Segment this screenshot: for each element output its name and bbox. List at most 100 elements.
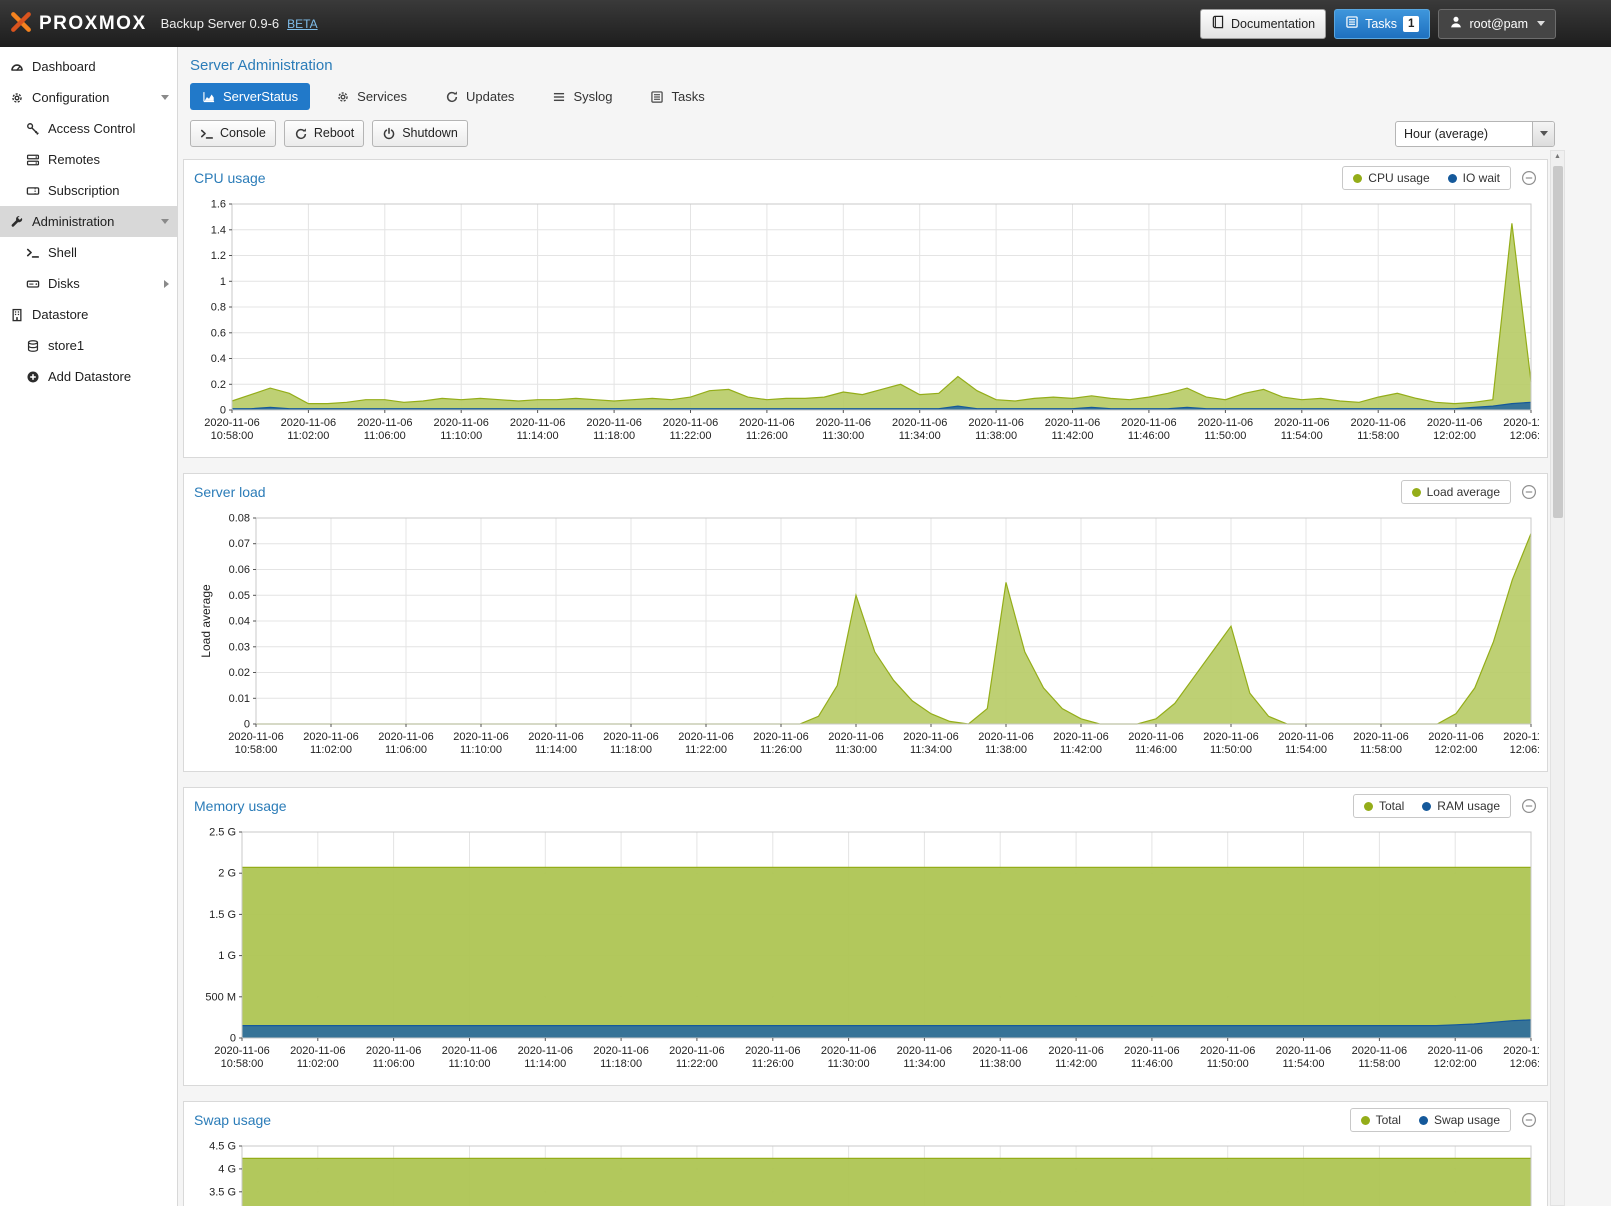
- svg-text:2020-11-06: 2020-11-06: [663, 417, 718, 429]
- svg-text:11:54:00: 11:54:00: [1281, 430, 1323, 442]
- chart-load: 00.010.020.030.040.050.060.070.082020-11…: [192, 510, 1539, 762]
- tasks-list-icon: [650, 90, 664, 104]
- svg-text:12:02:00: 12:02:00: [1435, 744, 1478, 756]
- sidebar-item-subscription[interactable]: Subscription: [0, 175, 177, 206]
- tab-updates[interactable]: Updates: [433, 83, 526, 110]
- svg-text:2020-11-06: 2020-11-06: [978, 731, 1033, 743]
- svg-text:1: 1: [220, 276, 226, 288]
- proxmox-logo: PROXMOX: [10, 11, 147, 36]
- svg-text:0: 0: [220, 405, 226, 417]
- svg-text:0.03: 0.03: [229, 641, 250, 653]
- svg-text:2020-11-06: 2020-11-06: [1198, 417, 1253, 429]
- sidebar-item-shell[interactable]: Shell: [0, 237, 177, 268]
- sidebar-item-dashboard[interactable]: Dashboard: [0, 51, 177, 82]
- scrollbar-thumb[interactable]: [1553, 166, 1563, 518]
- tab-serverstatus[interactable]: ServerStatus: [190, 83, 310, 110]
- beta-link[interactable]: BETA: [287, 17, 317, 31]
- svg-text:12:02:00: 12:02:00: [1434, 1058, 1477, 1070]
- scrollbar-up-arrow[interactable]: ▲: [1551, 153, 1564, 160]
- svg-text:10:58:00: 10:58:00: [221, 1058, 264, 1070]
- combo-trigger[interactable]: [1532, 122, 1554, 146]
- reboot-button[interactable]: Reboot: [284, 120, 364, 147]
- svg-text:1.6: 1.6: [211, 199, 226, 211]
- sidebar-item-access-control[interactable]: Access Control: [0, 113, 177, 144]
- svg-text:11:54:00: 11:54:00: [1285, 744, 1327, 756]
- svg-text:12:06:00: 12:06:00: [1510, 1058, 1539, 1070]
- svg-text:11:50:00: 11:50:00: [1207, 1058, 1249, 1070]
- svg-text:12:06:00: 12:06:00: [1510, 430, 1539, 442]
- hdd-icon: [26, 277, 40, 291]
- svg-text:2020-11-06: 2020-11-06: [968, 417, 1023, 429]
- svg-text:2020-11-06: 2020-11-06: [453, 731, 508, 743]
- sidebar: DashboardConfigurationAccess ControlRemo…: [0, 47, 178, 1206]
- svg-text:2020-11-06: 2020-11-06: [816, 417, 871, 429]
- collapse-icon[interactable]: [1521, 1112, 1537, 1128]
- charts-container: CPU usageCPU usageIO wait00.20.40.60.811…: [178, 159, 1553, 1206]
- panel-header: CPU usageCPU usageIO wait: [184, 160, 1547, 194]
- collapse-icon[interactable]: [1521, 484, 1537, 500]
- svg-text:11:30:00: 11:30:00: [835, 744, 877, 756]
- sidebar-item-disks[interactable]: Disks: [0, 268, 177, 299]
- svg-text:2020-11-06: 2020-11-06: [1124, 1045, 1179, 1057]
- user-menu-button[interactable]: root@pam: [1438, 9, 1556, 39]
- tachometer-icon: [10, 60, 24, 74]
- panel-title: Memory usage: [194, 798, 287, 814]
- vertical-scrollbar[interactable]: ▲: [1550, 150, 1565, 1206]
- terminal-icon: [26, 246, 40, 260]
- legend-item: Load average: [1412, 485, 1500, 499]
- svg-text:2020-11-06: 2020-11-06: [1121, 417, 1176, 429]
- tab-syslog[interactable]: Syslog: [540, 83, 624, 110]
- sidebar-item-label: Add Datastore: [48, 369, 131, 384]
- svg-text:Load average: Load average: [199, 584, 213, 658]
- tab-tasks[interactable]: Tasks: [638, 83, 716, 110]
- legend-dot: [1361, 1116, 1370, 1125]
- chart-cpu: 00.20.40.60.811.21.41.62020-11-0610:58:0…: [192, 196, 1539, 448]
- svg-text:11:10:00: 11:10:00: [460, 744, 502, 756]
- svg-text:4.5 G: 4.5 G: [209, 1141, 236, 1153]
- panel-header: Memory usage Total RAM usage: [184, 788, 1547, 822]
- panel-header: Server loadLoad average: [184, 474, 1547, 508]
- database-icon: [26, 339, 40, 353]
- refresh-icon: [445, 90, 459, 104]
- collapse-icon[interactable]: [1521, 170, 1537, 186]
- shutdown-button[interactable]: Shutdown: [372, 120, 468, 147]
- brand-text: PROXMOX: [39, 13, 147, 35]
- svg-text:2020-11-06: 2020-11-06: [1503, 731, 1539, 743]
- chart-legend: TotalSwap usage: [1350, 1108, 1511, 1132]
- svg-text:1.4: 1.4: [211, 224, 226, 236]
- book-icon: [1211, 15, 1225, 33]
- svg-text:11:46:00: 11:46:00: [1131, 1058, 1173, 1070]
- svg-text:2020-11-06: 2020-11-06: [1427, 1045, 1482, 1057]
- timeframe-select[interactable]: Hour (average): [1395, 121, 1555, 147]
- power-icon: [382, 127, 396, 141]
- sidebar-item-label: Datastore: [32, 307, 88, 322]
- svg-text:11:46:00: 11:46:00: [1128, 430, 1170, 442]
- panel-title: Swap usage: [194, 1112, 271, 1128]
- sidebar-item-store1[interactable]: store1: [0, 330, 177, 361]
- legend-dot: [1419, 1116, 1428, 1125]
- svg-text:0.05: 0.05: [229, 590, 250, 602]
- sidebar-item-add-datastore[interactable]: Add Datastore: [0, 361, 177, 392]
- tab-label: Updates: [466, 89, 514, 104]
- svg-text:11:02:00: 11:02:00: [310, 744, 352, 756]
- legend-item: Total: [1364, 799, 1404, 813]
- svg-text:2020-11-06: 2020-11-06: [972, 1045, 1027, 1057]
- legend-item: RAM usage: [1422, 799, 1500, 813]
- svg-text:2020-11-06: 2020-11-06: [897, 1045, 952, 1057]
- legend-item: Swap usage: [1419, 1113, 1500, 1127]
- terminal-icon: [200, 127, 214, 141]
- tab-services[interactable]: Services: [324, 83, 419, 110]
- tasks-button[interactable]: Tasks 1: [1334, 9, 1430, 39]
- sidebar-item-remotes[interactable]: Remotes: [0, 144, 177, 175]
- sidebar-item-administration[interactable]: Administration: [0, 206, 177, 237]
- svg-text:2020-11-06: 2020-11-06: [1503, 417, 1539, 429]
- sidebar-item-configuration[interactable]: Configuration: [0, 82, 177, 113]
- svg-text:12:02:00: 12:02:00: [1433, 430, 1476, 442]
- server-icon: [26, 153, 40, 167]
- sidebar-item-datastore[interactable]: Datastore: [0, 299, 177, 330]
- collapse-icon[interactable]: [1521, 798, 1537, 814]
- legend-dot: [1448, 174, 1457, 183]
- sidebar-item-label: Disks: [48, 276, 80, 291]
- console-button[interactable]: Console: [190, 120, 276, 147]
- documentation-button[interactable]: Documentation: [1200, 9, 1326, 39]
